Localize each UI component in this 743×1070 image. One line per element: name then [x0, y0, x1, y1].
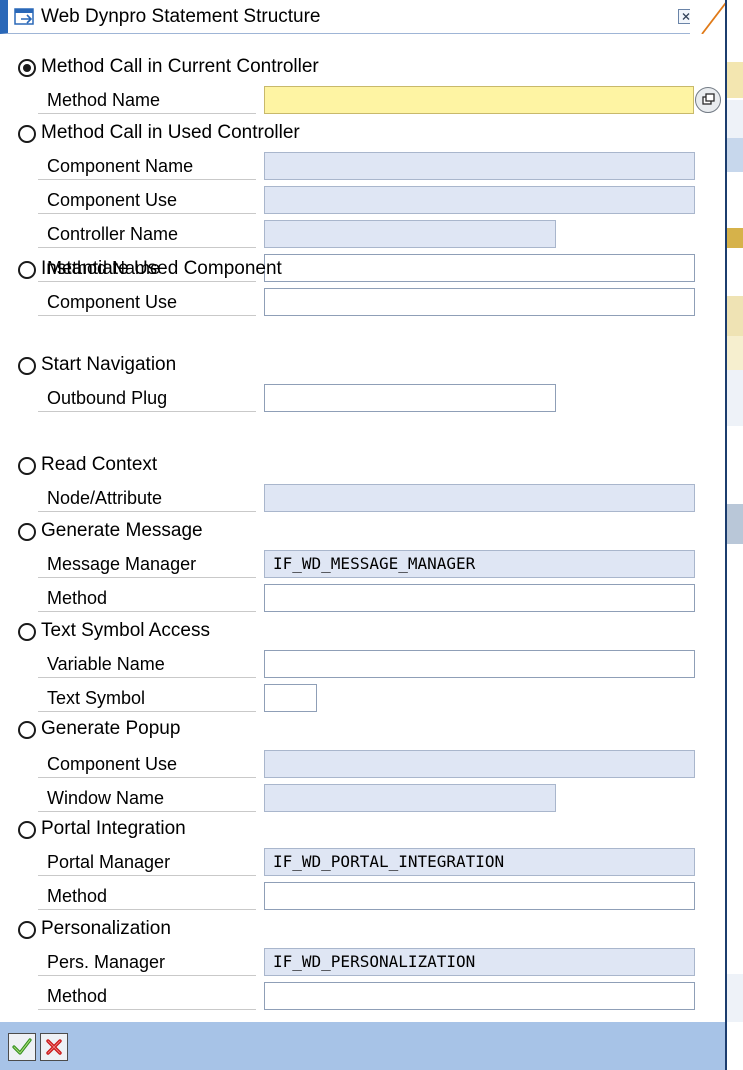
radio-label: Read Context: [41, 454, 158, 475]
input-personalization-1[interactable]: [264, 982, 695, 1010]
radio-button[interactable]: [18, 457, 36, 475]
input-method-call-used-0: [264, 152, 695, 180]
radio-label: Personalization: [41, 918, 171, 939]
dialog-icon: [14, 8, 34, 25]
cancel-button[interactable]: [40, 1033, 68, 1061]
input-generate-message-0: IF_WD_MESSAGE_MANAGER: [264, 550, 695, 578]
input-start-navigation-0[interactable]: [264, 384, 556, 412]
field-label: Method: [38, 584, 256, 612]
radio-button[interactable]: [18, 523, 36, 541]
value-help-icon: [702, 93, 715, 105]
value-help-button[interactable]: [695, 87, 721, 113]
input-generate-message-1[interactable]: [264, 584, 695, 612]
radio-button[interactable]: [18, 125, 36, 143]
radio-button[interactable]: [18, 721, 36, 739]
dialog-footer: [0, 1022, 725, 1070]
field-label: Text Symbol: [38, 684, 256, 712]
radio-button[interactable]: [18, 357, 36, 375]
dialog-title-bar[interactable]: Web Dynpro Statement Structure: [0, 0, 700, 34]
field-label: Window Name: [38, 784, 256, 812]
radio-button[interactable]: [18, 59, 36, 77]
radio-label: Start Navigation: [41, 354, 177, 375]
input-read-context-0: [264, 484, 695, 512]
input-text-symbol-access-1[interactable]: [264, 684, 317, 712]
input-generate-popup-1: [264, 784, 556, 812]
input-text-symbol-access-0[interactable]: [264, 650, 695, 678]
radio-button[interactable]: [18, 921, 36, 939]
input-instantiate-component-0[interactable]: [264, 288, 695, 316]
input-method-call-used-1: [264, 186, 695, 214]
radio-label: Portal Integration: [41, 818, 186, 839]
field-label: Method: [38, 982, 256, 1010]
dialog-window: Web Dynpro Statement Structure Method Ca…: [0, 0, 743, 1070]
field-label: Component Use: [38, 186, 256, 214]
field-label: Controller Name: [38, 220, 256, 248]
field-label: Node/Attribute: [38, 484, 256, 512]
field-label: Outbound Plug: [38, 384, 256, 412]
radio-button[interactable]: [18, 261, 36, 279]
input-method-call-used-2: [264, 220, 556, 248]
radio-label: Text Symbol Access: [41, 620, 210, 641]
field-label: Pers. Manager: [38, 948, 256, 976]
background-window-edge: [725, 0, 743, 1070]
field-label: Component Use: [38, 288, 256, 316]
input-personalization-0: IF_WD_PERSONALIZATION: [264, 948, 695, 976]
radio-label: Instantiate Used Component: [41, 258, 282, 279]
confirm-button[interactable]: [8, 1033, 36, 1061]
field-label: Component Use: [38, 750, 256, 778]
input-method-call-used-3[interactable]: [264, 254, 695, 282]
checkmark-icon: [12, 1038, 32, 1055]
field-label: Variable Name: [38, 650, 256, 678]
field-label: Method Name: [38, 86, 256, 114]
input-portal-integration-0: IF_WD_PORTAL_INTEGRATION: [264, 848, 695, 876]
field-label: Method: [38, 882, 256, 910]
radio-button[interactable]: [18, 623, 36, 641]
input-portal-integration-1[interactable]: [264, 882, 695, 910]
field-label: Message Manager: [38, 550, 256, 578]
dialog-title: Web Dynpro Statement Structure: [41, 6, 321, 27]
radio-button[interactable]: [18, 821, 36, 839]
radio-label: Method Call in Current Controller: [41, 56, 319, 77]
cross-icon: [46, 1039, 62, 1055]
radio-label: Generate Message: [41, 520, 203, 541]
radio-label: Generate Popup: [41, 718, 181, 739]
input-generate-popup-0: [264, 750, 695, 778]
field-label: Portal Manager: [38, 848, 256, 876]
field-label: Component Name: [38, 152, 256, 180]
radio-label: Method Call in Used Controller: [41, 122, 300, 143]
input-method-call-current-0[interactable]: [264, 86, 694, 114]
